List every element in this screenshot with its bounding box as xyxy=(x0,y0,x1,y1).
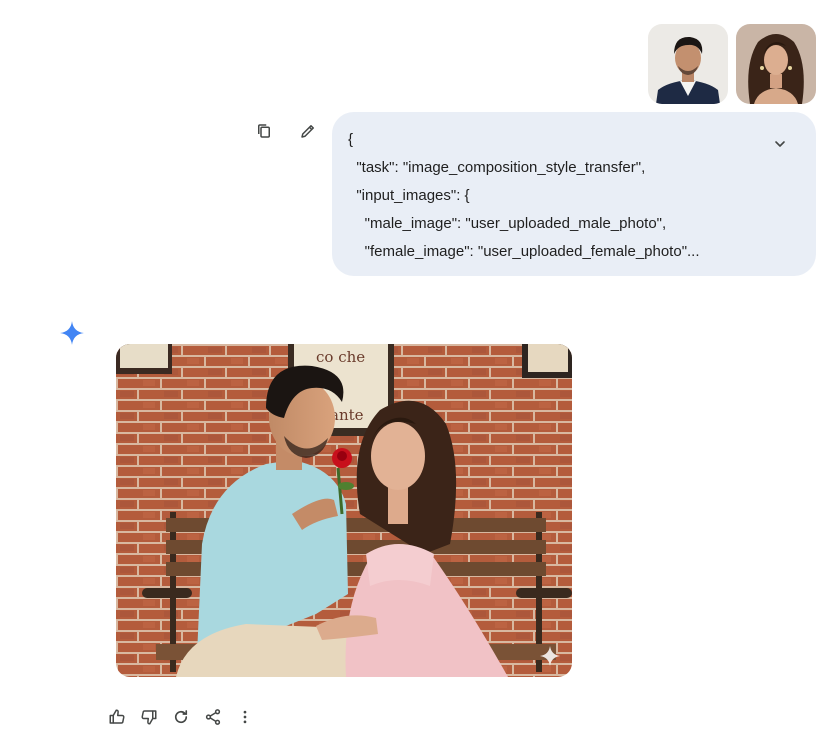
prompt-line: "male_image": "user_uploaded_male_photo"… xyxy=(348,215,667,232)
generated-image[interactable]: co che ante xyxy=(116,344,572,677)
user-prompt-bubble: { "task": "image_composition_style_trans… xyxy=(332,112,816,276)
good-response-button[interactable] xyxy=(104,704,130,730)
prompt-line: "input_images": { xyxy=(348,187,470,204)
male-photo-image xyxy=(648,24,728,104)
generated-couple-image: co che ante xyxy=(116,344,572,677)
poster-text-2: ante xyxy=(330,406,364,424)
gemini-spark-icon xyxy=(60,321,84,345)
prompt-line: "female_image": "user_uploaded_female_ph… xyxy=(348,243,700,260)
thumbs-up-icon xyxy=(109,709,125,724)
copy-icon xyxy=(258,124,270,138)
expand-prompt-button[interactable] xyxy=(768,132,792,156)
bad-response-button[interactable] xyxy=(136,704,162,730)
prompt-line: { xyxy=(348,131,354,148)
regenerate-icon xyxy=(174,710,188,724)
chevron-down-icon xyxy=(775,141,785,147)
share-icon xyxy=(205,709,221,725)
prompt-line: "task": "image_composition_style_transfe… xyxy=(348,159,646,176)
response-actions-bar xyxy=(104,704,258,730)
share-button[interactable] xyxy=(200,704,226,730)
female-photo-image xyxy=(736,24,816,104)
male-photo-thumbnail[interactable] xyxy=(648,24,728,104)
female-photo-thumbnail[interactable] xyxy=(736,24,816,104)
edit-pencil-icon xyxy=(301,125,314,138)
more-vertical-icon xyxy=(243,710,247,724)
more-options-button[interactable] xyxy=(232,704,258,730)
poster-text: co che xyxy=(316,348,365,366)
regenerate-button[interactable] xyxy=(168,704,194,730)
thumbs-down-icon xyxy=(141,710,157,725)
edit-prompt-button[interactable] xyxy=(295,118,321,144)
copy-prompt-button[interactable] xyxy=(251,118,277,144)
